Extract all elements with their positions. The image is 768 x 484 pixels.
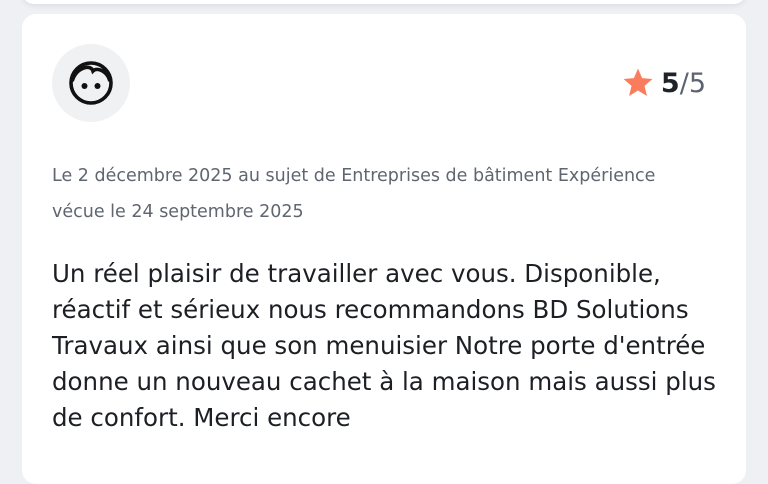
face-icon	[69, 61, 113, 105]
rating-max: /5	[679, 67, 706, 99]
previous-review-card	[22, 0, 746, 4]
review-meta: Le 2 décembre 2025 au sujet de Entrepris…	[52, 158, 692, 230]
rating-score: 5	[660, 67, 680, 99]
rating: 5 /5	[621, 66, 706, 100]
star-icon	[623, 68, 653, 97]
review-text: Un réel plaisir de travailler avec vous.…	[52, 259, 716, 432]
review-card: 5 /5 Le 2 décembre 2025 au sujet de Entr…	[22, 14, 746, 484]
experience-date-line: vécue le 24 septembre 2025	[52, 202, 304, 222]
review-date-line: Le 2 décembre 2025 au sujet de Entrepris…	[52, 166, 656, 186]
avatar	[52, 44, 130, 122]
